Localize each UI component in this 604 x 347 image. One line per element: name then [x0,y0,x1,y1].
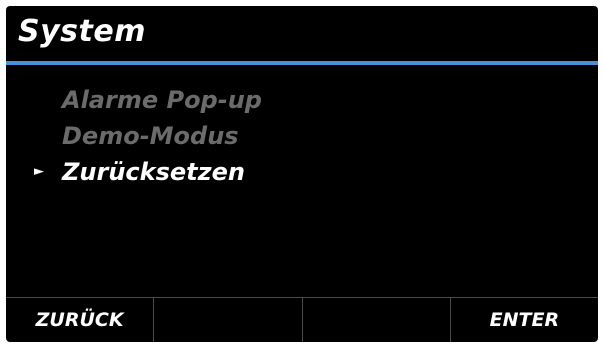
softkey-bar: ZURÜCK ENTER [6,297,598,342]
selection-pointer-icon: ► [34,164,44,179]
menu-item-label: Zurücksetzen [62,158,245,186]
system-menu: Alarme Pop-up Demo-Modus ► Zurücksetzen [6,82,598,190]
display-screen: System Alarme Pop-up Demo-Modus ► Zurück… [6,6,598,342]
menu-item-alarme-popup[interactable]: Alarme Pop-up [6,82,598,118]
softkey-3[interactable] [303,298,451,342]
page-title: System [18,14,146,49]
title-bar: System [6,6,598,62]
softkey-enter[interactable]: ENTER [451,298,598,342]
softkey-back[interactable]: ZURÜCK [6,298,155,342]
menu-item-zuruecksetzen[interactable]: ► Zurücksetzen [6,154,598,190]
menu-item-demo-modus[interactable]: Demo-Modus [6,118,598,154]
menu-item-label: Demo-Modus [62,122,239,150]
menu-item-label: Alarme Pop-up [62,86,262,114]
device-frame: System Alarme Pop-up Demo-Modus ► Zurück… [0,0,604,347]
title-underline [6,61,598,65]
softkey-2[interactable] [154,298,303,342]
